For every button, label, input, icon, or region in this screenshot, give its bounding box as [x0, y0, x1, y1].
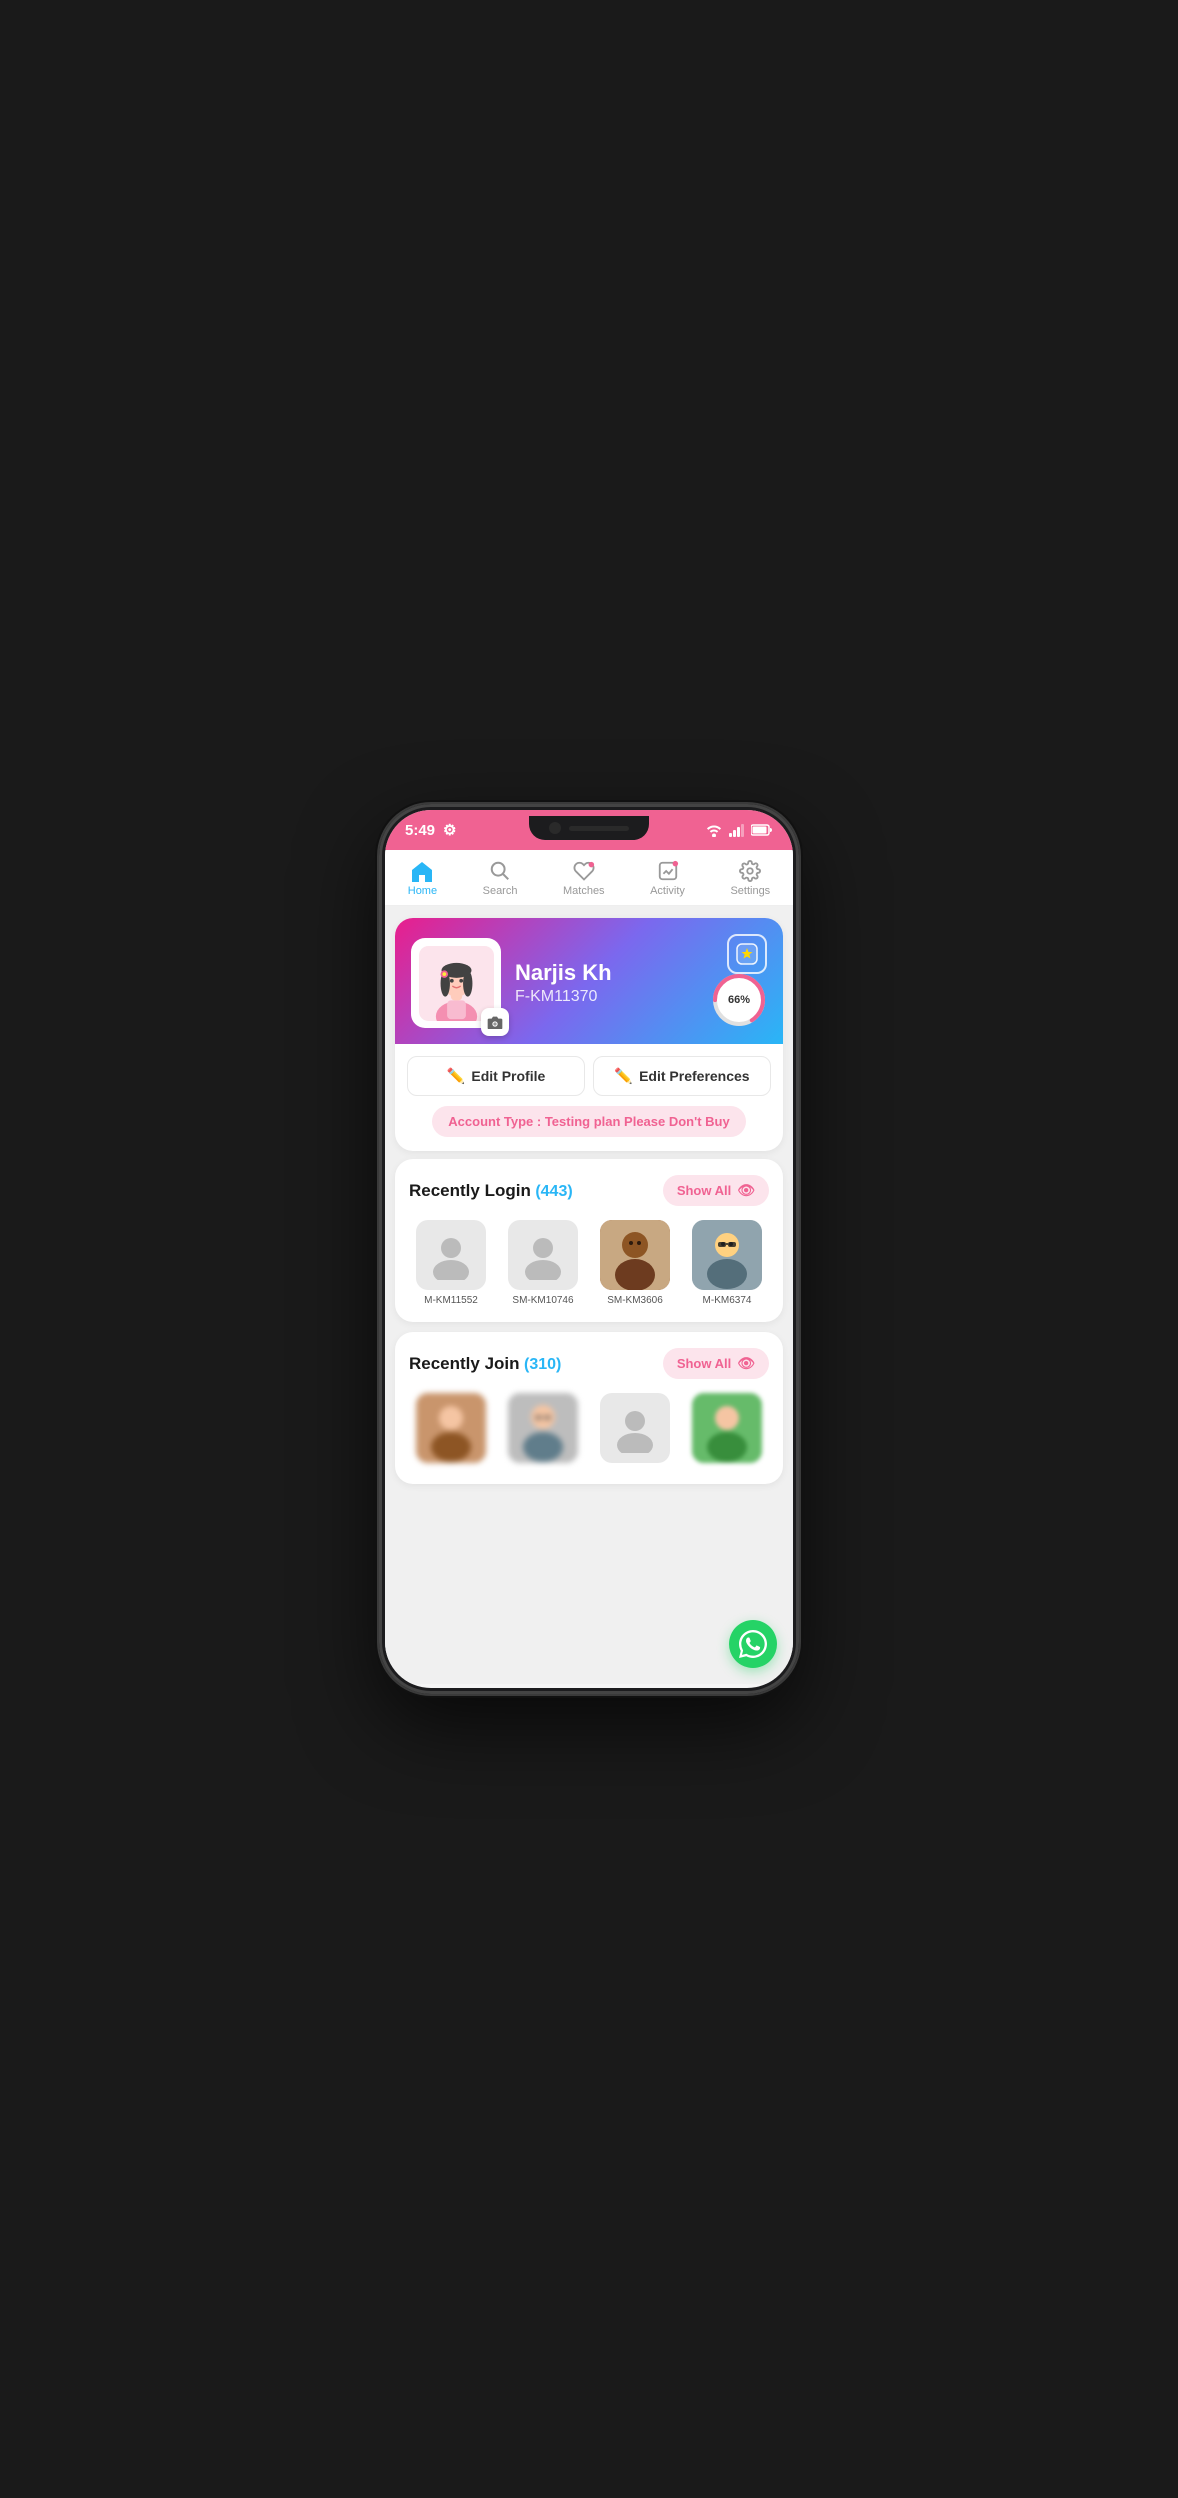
nav-home-label: Home [408, 885, 437, 897]
list-item[interactable] [593, 1393, 677, 1468]
status-time: 5:49 [405, 822, 435, 839]
member-id: M-KM6374 [703, 1295, 752, 1306]
edit-buttons-row: ✏️ Edit Profile ✏️ Edit Preferences [395, 1044, 783, 1106]
recently-join-grid [409, 1393, 769, 1468]
member-avatar [600, 1393, 670, 1463]
list-item[interactable] [501, 1393, 585, 1468]
whatsapp-button[interactable] [729, 1620, 777, 1668]
eye-icon: 👁 [737, 1182, 755, 1199]
member-avatar [508, 1220, 578, 1290]
avatar [419, 946, 494, 1021]
home-icon [410, 860, 434, 882]
account-type-badge: Account Type : Testing plan Please Don't… [432, 1106, 745, 1137]
nav-search[interactable]: Search [483, 860, 518, 897]
member-avatar [600, 1220, 670, 1290]
speaker [569, 826, 629, 831]
member-avatar [692, 1220, 762, 1290]
account-plan-text: Testing plan Please Don't Buy [545, 1114, 730, 1129]
recently-join-label: Recently Join [409, 1354, 520, 1373]
edit-preferences-button[interactable]: ✏️ Edit Preferences [593, 1056, 771, 1096]
signal-icon [729, 823, 745, 837]
status-right [705, 823, 773, 837]
list-item[interactable] [685, 1393, 769, 1468]
account-type-text: Account Type : [448, 1114, 545, 1129]
battery-icon [751, 824, 773, 836]
progress-ring: 66% [711, 972, 767, 1028]
member-id: M-KM11552 [424, 1295, 478, 1306]
search-icon [488, 860, 512, 882]
edit-preferences-label: Edit Preferences [639, 1068, 750, 1084]
pencil-icon: ✏️ [447, 1067, 466, 1085]
list-item[interactable]: M-KM11552 [409, 1220, 493, 1306]
recently-login-title: Recently Login (443) [409, 1181, 573, 1201]
camera-button[interactable] [481, 1008, 509, 1036]
status-left: 5:49 ⚙ [405, 821, 456, 839]
whatsapp-icon [739, 1630, 767, 1658]
edit-profile-button[interactable]: ✏️ Edit Profile [407, 1056, 585, 1096]
profile-banner: Narjis Kh F-KM11370 [395, 918, 783, 1044]
recently-login-show-all[interactable]: Show All 👁 [663, 1175, 769, 1206]
recently-join-header: Recently Join (310) Show All 👁 [409, 1348, 769, 1379]
avatar-wrap [411, 938, 501, 1028]
recently-login-header: Recently Login (443) Show All 👁 [409, 1175, 769, 1206]
nav-matches[interactable]: Matches [563, 860, 605, 897]
bottom-nav-bar: Home Search Matches [385, 850, 793, 906]
list-item[interactable] [409, 1393, 493, 1468]
premium-icon[interactable] [727, 934, 767, 974]
member-id: SM-KM3606 [607, 1295, 663, 1306]
phone-device: 5:49 ⚙ [379, 804, 799, 1694]
recently-login-show-all-label: Show All [677, 1183, 731, 1198]
pencil2-icon: ✏️ [614, 1067, 633, 1085]
list-item[interactable]: SM-KM3606 [593, 1220, 677, 1306]
recently-join-show-all-label: Show All [677, 1356, 731, 1371]
profile-card: Narjis Kh F-KM11370 [395, 918, 783, 1151]
recently-join-count: (310) [524, 1356, 561, 1373]
member-avatar [416, 1220, 486, 1290]
camera-icon [487, 1015, 503, 1029]
settings-icon: ⚙ [443, 821, 456, 839]
camera-lens [549, 822, 561, 834]
recently-join-show-all[interactable]: Show All 👁 [663, 1348, 769, 1379]
nav-activity[interactable]: Activity [650, 860, 685, 897]
nav-activity-label: Activity [650, 885, 685, 897]
member-avatar [508, 1393, 578, 1463]
nav-search-label: Search [483, 885, 518, 897]
member-id: SM-KM10746 [512, 1295, 573, 1306]
account-type-section: Account Type : Testing plan Please Don't… [395, 1106, 783, 1151]
list-item[interactable]: M-KM6374 [685, 1220, 769, 1306]
activity-icon [656, 860, 680, 882]
phone-screen: 5:49 ⚙ [385, 810, 793, 1688]
nav-settings-label: Settings [730, 885, 770, 897]
scroll-area: Narjis Kh F-KM11370 [385, 906, 793, 1684]
nav-home[interactable]: Home [408, 860, 437, 897]
progress-percent: 66% [728, 994, 750, 1006]
nav-settings[interactable]: Settings [730, 860, 770, 897]
nav-matches-label: Matches [563, 885, 605, 897]
edit-profile-label: Edit Profile [471, 1068, 545, 1084]
wifi-icon [705, 823, 723, 837]
recently-join-section: Recently Join (310) Show All 👁 [395, 1332, 783, 1484]
member-avatar [692, 1393, 762, 1463]
member-avatar [416, 1393, 486, 1463]
recently-login-count: (443) [535, 1183, 572, 1200]
recently-join-title-wrap: Recently Join (310) [409, 1354, 561, 1374]
recently-login-grid: M-KM11552 SM-KM10746 [409, 1220, 769, 1306]
recently-login-section: Recently Login (443) Show All 👁 [395, 1159, 783, 1322]
recently-login-label: Recently Login [409, 1181, 531, 1200]
eye2-icon: 👁 [737, 1355, 755, 1372]
settings-icon [738, 860, 762, 882]
camera-notch [529, 816, 649, 840]
list-item[interactable]: SM-KM10746 [501, 1220, 585, 1306]
heart-icon [572, 860, 596, 882]
